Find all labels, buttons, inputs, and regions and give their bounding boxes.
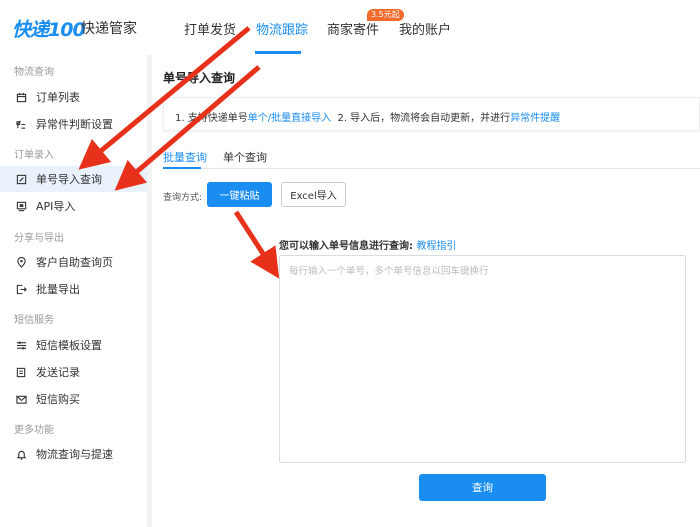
sidebar-item-sms-purchase[interactable]: 短信购买 — [0, 386, 147, 412]
mail-icon — [15, 393, 27, 405]
edit-doc-icon — [15, 173, 27, 185]
api-icon — [15, 200, 27, 212]
sliders-icon — [15, 339, 27, 351]
nav-my-account[interactable]: 我的账户 — [399, 19, 451, 38]
info-notice: 1. 支持快递单号单个/批量直接导入 2. 导入后，物流将会自动更新，并进行异常… — [163, 97, 700, 131]
main-panel: 单号导入查询 1. 支持快递单号单个/批量直接导入 2. 导入后，物流将会自动更… — [152, 55, 700, 527]
calendar-icon — [15, 91, 27, 103]
sidebar-item-logistics-speedup[interactable]: 物流查询与提速 — [0, 441, 147, 467]
nav-logistics-tracking[interactable]: 物流跟踪 — [256, 19, 308, 38]
sidebar-item-tracking-import[interactable]: 单号导入查询 — [0, 166, 147, 192]
tutorial-link[interactable]: 教程指引 — [416, 241, 456, 252]
sidebar-group-title: 短信服务 — [14, 315, 54, 326]
sidebar-item-exception-settings[interactable]: 异常件判断设置 — [0, 111, 147, 137]
tab-bar: 批量查询 单个查询 — [163, 147, 700, 169]
notice-text: 1. 支持快递单号 — [175, 113, 248, 124]
sidebar-group-title: 物流查询 — [14, 67, 54, 78]
tune-icon — [15, 118, 27, 130]
sidebar-item-self-query-page[interactable]: 客户自助查询页 — [0, 249, 147, 275]
sidebar-item-send-record[interactable]: 发送记录 — [0, 359, 147, 385]
sidebar-item-label: 短信模板设置 — [36, 339, 102, 352]
page-title: 单号导入查询 — [163, 71, 236, 85]
logo-subtitle: 快递管家 — [81, 21, 137, 37]
notice-text: 2. 导入后，物流将会自动更新，并进行 — [331, 113, 511, 124]
sidebar-item-label: API导入 — [36, 200, 76, 213]
tracking-number-input[interactable] — [279, 255, 686, 463]
input-prompt: 您可以输入单号信息进行查询: 教程指引 — [279, 237, 456, 252]
query-method-label: 查询方式: — [163, 193, 203, 203]
sidebar-item-label: 批量导出 — [36, 283, 80, 296]
sidebar-group-title: 订单录入 — [14, 150, 54, 161]
sidebar-item-sms-template[interactable]: 短信模板设置 — [0, 332, 147, 358]
sidebar-item-batch-export[interactable]: 批量导出 — [0, 276, 147, 302]
sidebar-group-title: 分享与导出 — [14, 233, 64, 244]
sidebar: 物流查询 订单列表 异常件判断设置 订单录入 单号导入查询 API导入 分享与导… — [0, 55, 147, 527]
excel-import-button[interactable]: Excel导入 — [281, 182, 346, 207]
nav-active-indicator — [255, 51, 301, 54]
record-icon — [15, 366, 27, 378]
query-button[interactable]: 查询 — [419, 474, 546, 501]
sidebar-item-label: 发送记录 — [36, 366, 80, 379]
tab-batch-query[interactable]: 批量查询 — [163, 149, 207, 165]
prompt-text: 您可以输入单号信息进行查询: — [279, 241, 413, 252]
bell-icon — [15, 448, 27, 460]
sidebar-item-order-list[interactable]: 订单列表 — [0, 84, 147, 110]
export-icon — [15, 283, 27, 295]
notice-link-exception[interactable]: 异常件提醒 — [510, 113, 560, 124]
paste-button[interactable]: 一键粘贴 — [207, 182, 272, 207]
sidebar-item-label: 异常件判断设置 — [36, 118, 113, 131]
location-icon — [15, 256, 27, 268]
notice-link-import[interactable]: 单个/批量直接导入 — [248, 113, 331, 124]
sidebar-item-label: 客户自助查询页 — [36, 256, 113, 269]
sidebar-item-api-import[interactable]: API导入 — [0, 193, 147, 219]
tab-single-query[interactable]: 单个查询 — [223, 149, 267, 165]
logo[interactable]: 快递100 — [12, 15, 86, 42]
nav-print-ship[interactable]: 打单发货 — [184, 19, 236, 38]
sidebar-group-title: 更多功能 — [14, 425, 54, 436]
top-header: 快递100 快递管家 打单发货 物流跟踪 商家寄件 3.5元起 我的账户 — [0, 0, 700, 55]
nav-merchant-shipping[interactable]: 商家寄件 — [327, 19, 379, 38]
sidebar-item-label: 短信购买 — [36, 393, 80, 406]
sidebar-item-label: 物流查询与提速 — [36, 448, 113, 461]
sidebar-item-label: 订单列表 — [36, 91, 80, 104]
tab-active-indicator — [163, 167, 201, 169]
sidebar-item-label: 单号导入查询 — [36, 173, 102, 186]
